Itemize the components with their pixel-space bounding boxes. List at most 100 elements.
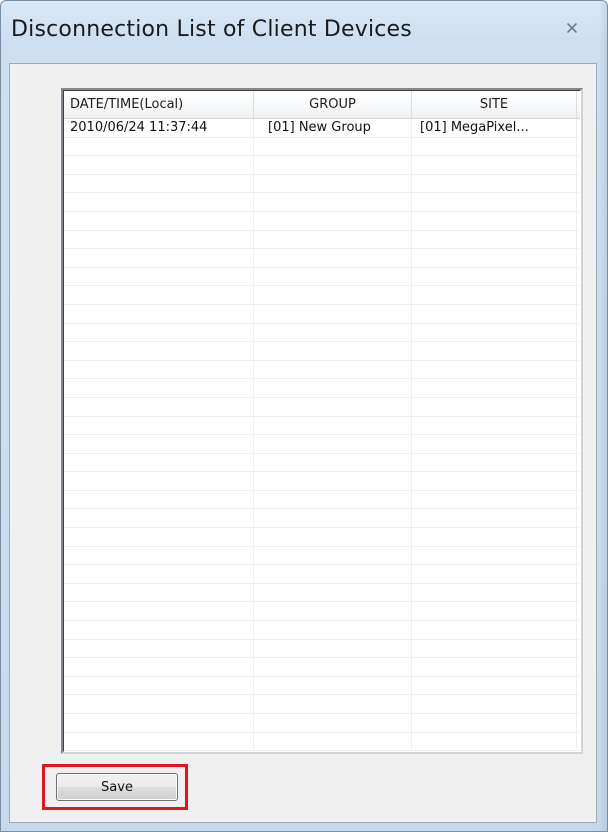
empty-row xyxy=(64,732,580,751)
column-header-datetime[interactable]: DATE/TIME(Local) xyxy=(64,91,254,118)
cell-group xyxy=(254,323,412,342)
cell-group xyxy=(254,156,412,174)
cell-datetime xyxy=(64,472,254,490)
cell-site xyxy=(412,639,577,658)
cell-datetime xyxy=(64,602,254,621)
cell-datetime xyxy=(64,249,254,267)
empty-row xyxy=(64,360,580,380)
empty-row xyxy=(64,546,580,566)
cell-group xyxy=(254,267,412,286)
cell-group xyxy=(254,211,412,230)
cell-group xyxy=(254,174,412,193)
cell-group xyxy=(254,602,412,621)
cell-group xyxy=(254,435,412,453)
cell-group xyxy=(254,360,412,379)
dialog-window: Disconnection List of Client Devices DAT… xyxy=(0,0,608,832)
cell-group xyxy=(254,732,412,751)
cell-site xyxy=(412,397,577,416)
save-button[interactable]: Save xyxy=(56,773,178,801)
cell-site xyxy=(412,360,577,379)
empty-row xyxy=(64,453,580,473)
cell-datetime xyxy=(64,193,254,211)
column-header-group[interactable]: GROUP xyxy=(254,91,412,118)
empty-row xyxy=(64,528,580,547)
cell-group xyxy=(254,621,412,639)
cell-datetime xyxy=(64,360,254,379)
empty-row xyxy=(64,639,580,659)
cell-datetime xyxy=(64,546,254,565)
cell-datetime xyxy=(64,137,254,156)
cell-site xyxy=(412,546,577,565)
empty-row xyxy=(64,416,580,436)
cell-datetime xyxy=(64,639,254,658)
cell-datetime xyxy=(64,583,254,602)
cell-group xyxy=(254,379,412,397)
cell-site xyxy=(412,490,577,509)
cell-site xyxy=(412,472,577,490)
empty-row xyxy=(64,230,580,250)
cell-datetime xyxy=(64,267,254,286)
cell-site xyxy=(412,342,577,360)
cell-datetime xyxy=(64,174,254,193)
cell-site xyxy=(412,453,577,472)
empty-row xyxy=(64,137,580,157)
cell-site xyxy=(412,695,577,713)
disconnection-list[interactable]: DATE/TIME(Local) GROUP SITE 2010/06/24 1… xyxy=(61,88,583,754)
empty-row xyxy=(64,676,580,696)
cell-site xyxy=(412,193,577,211)
cell-site xyxy=(412,583,577,602)
cell-datetime xyxy=(64,695,254,713)
cell-group: [01] New Group xyxy=(254,119,412,137)
table-row[interactable]: 2010/06/24 11:37:44 [01] New Group [01] Me… xyxy=(64,119,580,138)
cell-site xyxy=(412,230,577,249)
cell-site: [01] MegaPixel... xyxy=(412,119,577,137)
cell-group xyxy=(254,342,412,360)
cell-datetime xyxy=(64,379,254,397)
cell-group xyxy=(254,528,412,546)
cell-group xyxy=(254,509,412,528)
cell-site xyxy=(412,174,577,193)
cell-datetime xyxy=(64,714,254,732)
cell-site xyxy=(412,732,577,751)
close-icon xyxy=(566,22,578,34)
cell-site xyxy=(412,249,577,267)
cell-group xyxy=(254,193,412,211)
cell-group xyxy=(254,453,412,472)
cell-datetime xyxy=(64,230,254,249)
cell-group xyxy=(254,286,412,304)
cell-group xyxy=(254,416,412,435)
empty-row xyxy=(64,249,580,268)
cell-group xyxy=(254,565,412,583)
cell-site xyxy=(412,658,577,676)
empty-row xyxy=(64,658,580,677)
cell-group xyxy=(254,490,412,509)
cell-datetime xyxy=(64,621,254,639)
cell-site xyxy=(412,565,577,583)
cell-datetime xyxy=(64,490,254,509)
cell-group xyxy=(254,639,412,658)
cell-datetime xyxy=(64,416,254,435)
title-bar[interactable]: Disconnection List of Client Devices xyxy=(1,1,607,63)
empty-row xyxy=(64,286,580,305)
empty-row xyxy=(64,695,580,714)
cell-site xyxy=(412,621,577,639)
empty-row xyxy=(64,156,580,175)
cell-site xyxy=(412,714,577,732)
cell-group xyxy=(254,397,412,416)
cell-datetime xyxy=(64,323,254,342)
cell-group xyxy=(254,546,412,565)
empty-row xyxy=(64,509,580,529)
cell-group xyxy=(254,249,412,267)
empty-row xyxy=(64,174,580,194)
cell-datetime xyxy=(64,397,254,416)
empty-row xyxy=(64,583,580,603)
column-header-site[interactable]: SITE xyxy=(412,91,577,118)
cell-group xyxy=(254,658,412,676)
close-button[interactable] xyxy=(561,17,583,39)
cell-datetime xyxy=(64,565,254,583)
empty-row xyxy=(64,472,580,491)
window-title: Disconnection List of Client Devices xyxy=(11,17,412,42)
cell-group xyxy=(254,714,412,732)
cell-site xyxy=(412,528,577,546)
cell-datetime xyxy=(64,211,254,230)
